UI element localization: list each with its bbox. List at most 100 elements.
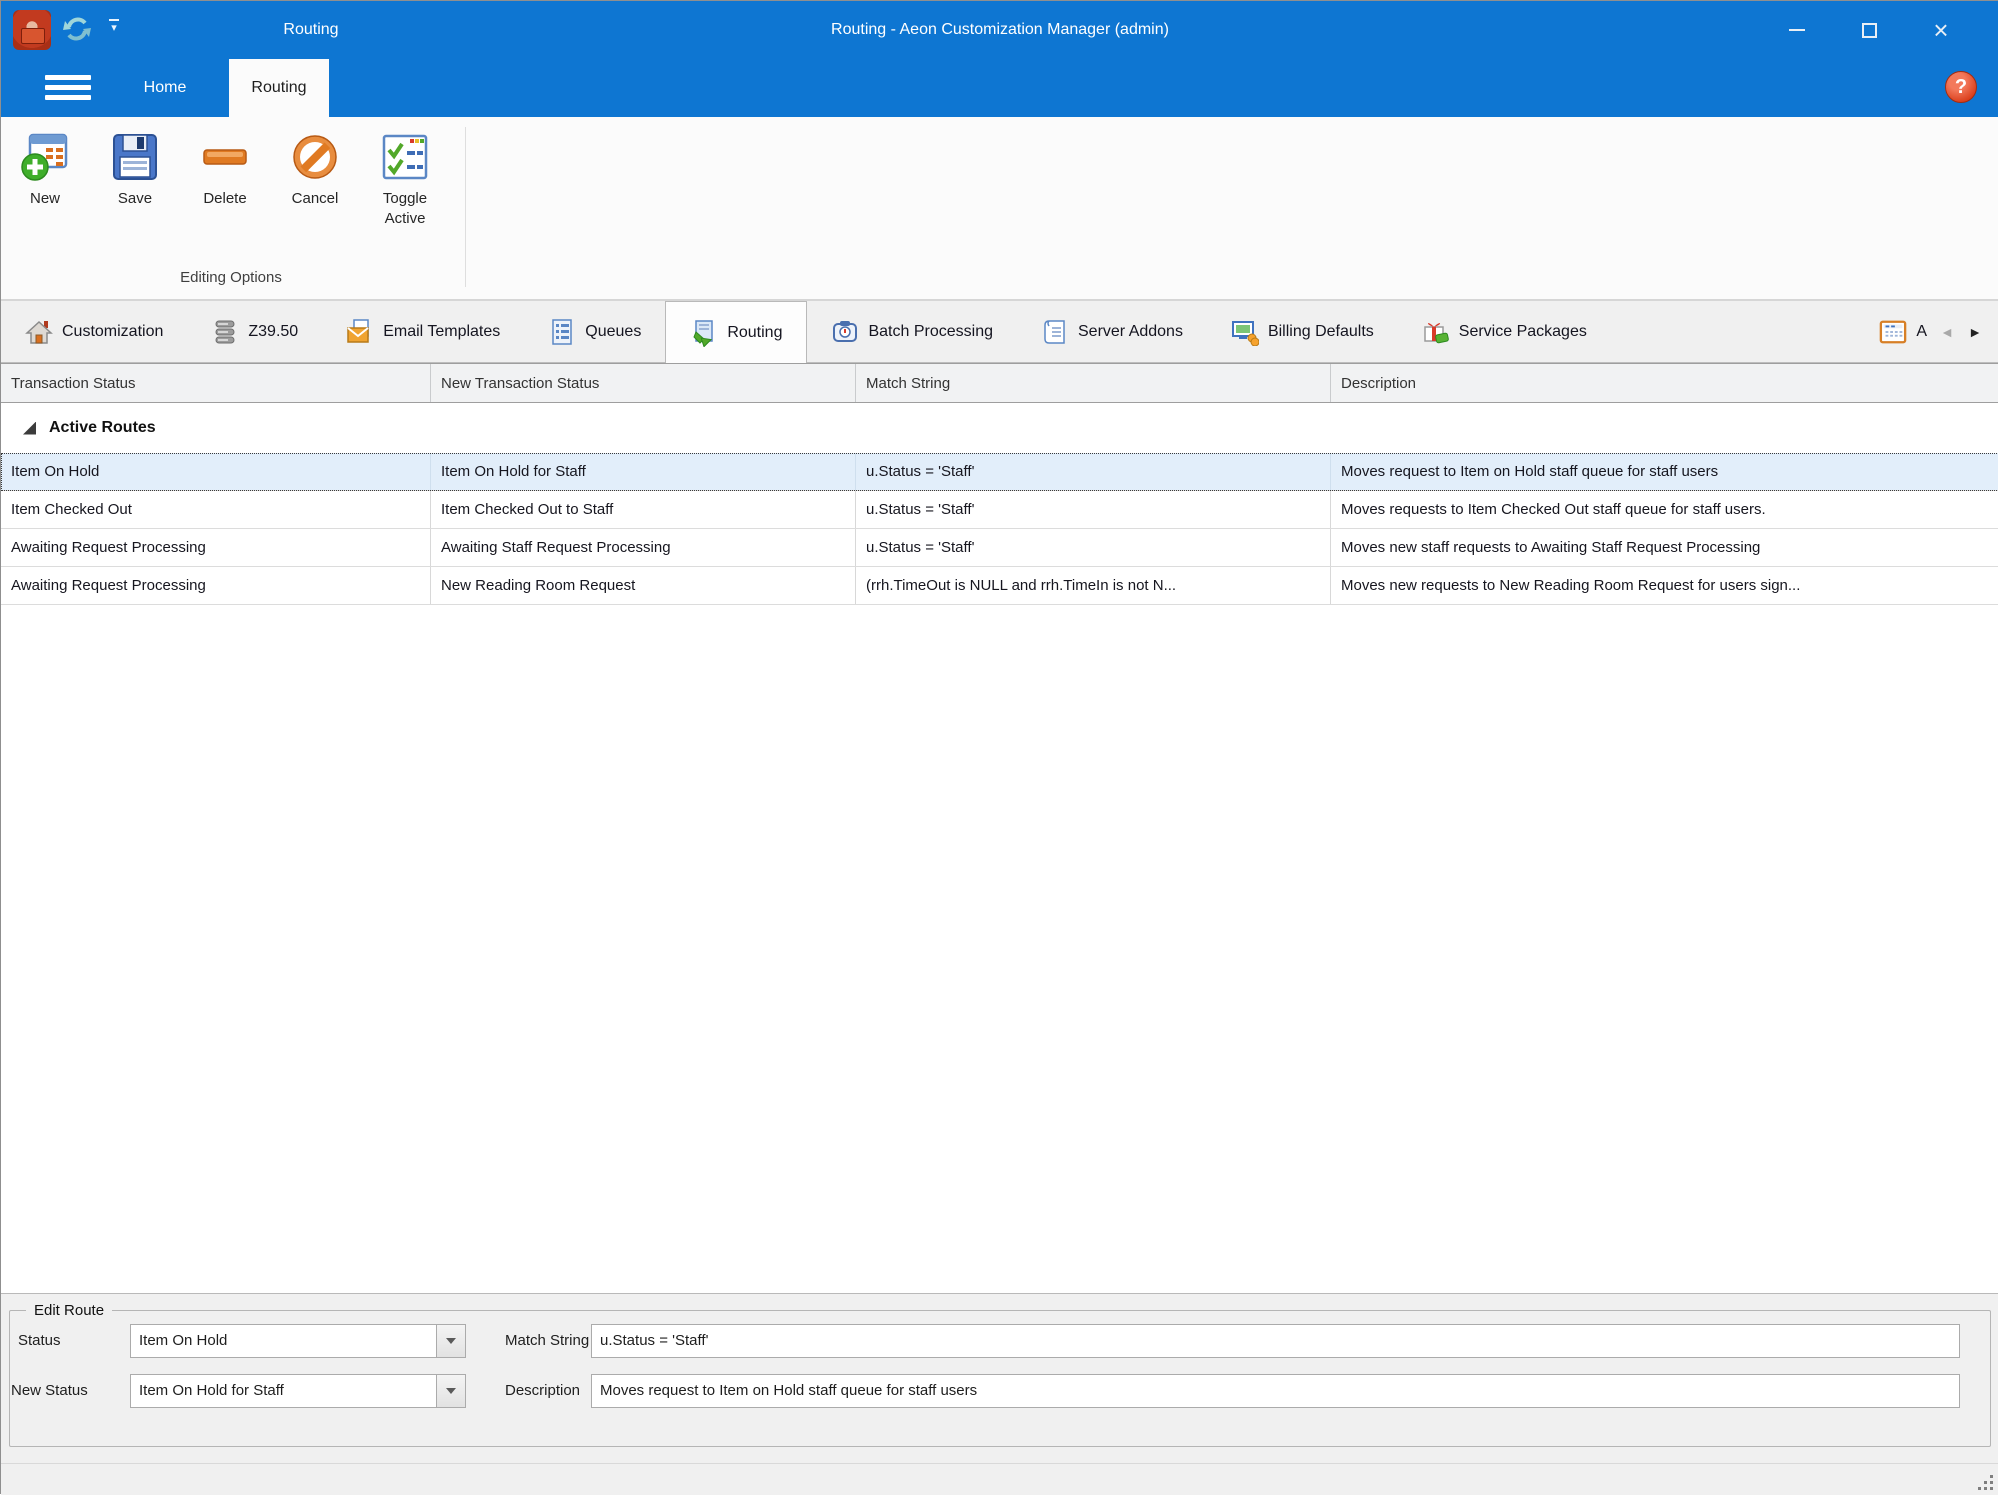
- cell-transaction-status: Awaiting Request Processing: [1, 567, 431, 604]
- new-status-dropdown-value: Item On Hold for Staff: [131, 1375, 436, 1407]
- column-header-description[interactable]: Description: [1331, 364, 1998, 402]
- cell-description: Moves new staff requests to Awaiting Sta…: [1331, 529, 1998, 566]
- group-row-label: Active Routes: [49, 419, 156, 437]
- page-tab-strip: Customization Z39.50 Emai: [1, 301, 1998, 363]
- delete-button-label: Delete: [189, 189, 261, 209]
- minimize-button[interactable]: [1761, 1, 1833, 59]
- cell-description: Moves requests to Item Checked Out staff…: [1331, 491, 1998, 528]
- tab-routing[interactable]: Routing: [665, 301, 807, 363]
- toggle-active-icon: [379, 129, 431, 185]
- maximize-icon: [1862, 23, 1877, 38]
- edit-route-panel: Edit Route Status Item On Hold New Statu…: [1, 1293, 1998, 1463]
- tab-batch-processing[interactable]: Batch Processing: [807, 301, 1017, 362]
- tab-scroll-right-icon[interactable]: ►: [1961, 318, 1989, 346]
- tab-label: Service Packages: [1459, 323, 1587, 341]
- cell-description: Moves new requests to New Reading Room R…: [1331, 567, 1998, 604]
- new-status-label: New Status: [11, 1374, 88, 1408]
- app-logo-icon[interactable]: [13, 10, 51, 50]
- tab-label: Batch Processing: [868, 323, 993, 341]
- cancel-button-label: Cancel: [279, 189, 351, 209]
- tab-scroll-left-icon[interactable]: ◄: [1933, 318, 1961, 346]
- delete-icon: [199, 129, 251, 185]
- column-header-new-transaction-status[interactable]: New Transaction Status: [431, 364, 856, 402]
- cell-transaction-status: Item Checked Out: [1, 491, 431, 528]
- new-button[interactable]: New: [9, 129, 81, 229]
- envelope-icon: [346, 318, 374, 346]
- cell-new-transaction-status: Awaiting Staff Request Processing: [431, 529, 856, 566]
- ribbon-group-label: Editing Options: [1, 269, 461, 286]
- database-icon: [211, 318, 239, 346]
- description-input[interactable]: Moves request to Item on Hold staff queu…: [591, 1374, 1960, 1408]
- ribbon-body: New Save Delet: [1, 117, 1998, 301]
- toggle-active-button-label: Toggle Active: [369, 189, 441, 229]
- chevron-down-icon[interactable]: [436, 1375, 465, 1407]
- group-row-active-routes[interactable]: Active Routes: [1, 403, 1998, 453]
- help-button[interactable]: ?: [1945, 71, 1977, 103]
- window-controls: ×: [1761, 1, 1977, 59]
- table-row[interactable]: Item Checked Out Item Checked Out to Sta…: [1, 491, 1998, 529]
- table-row[interactable]: Awaiting Request Processing Awaiting Sta…: [1, 529, 1998, 567]
- delete-button[interactable]: Delete: [189, 129, 261, 229]
- sync-icon[interactable]: [59, 11, 95, 47]
- tab-z3950[interactable]: Z39.50: [187, 301, 322, 362]
- tab-server-addons[interactable]: Server Addons: [1017, 301, 1207, 362]
- close-icon: ×: [1933, 17, 1948, 43]
- cell-match-string: u.Status = 'Staff': [856, 529, 1331, 566]
- billing-defaults-icon: [1231, 318, 1259, 346]
- tab-queues[interactable]: Queues: [524, 301, 665, 362]
- new-icon: [19, 129, 71, 185]
- cancel-icon: [289, 129, 341, 185]
- ribbon-tab-routing[interactable]: Routing: [229, 59, 329, 117]
- calendar-icon: [1879, 318, 1907, 346]
- chevron-down-icon[interactable]: [436, 1325, 465, 1357]
- tab-customization[interactable]: Customization: [1, 301, 187, 362]
- cell-match-string: u.Status = 'Staff': [856, 491, 1331, 528]
- ribbon-group-separator: [465, 127, 466, 287]
- save-button[interactable]: Save: [99, 129, 171, 229]
- match-string-input[interactable]: u.Status = 'Staff': [591, 1324, 1960, 1358]
- close-button[interactable]: ×: [1905, 1, 1977, 59]
- help-icon: ?: [1955, 76, 1967, 99]
- grid-header: Transaction Status New Transaction Statu…: [1, 363, 1998, 403]
- titlebar: ▾ Routing Routing - Aeon Customization M…: [1, 1, 1998, 59]
- tab-label: Queues: [585, 323, 641, 341]
- editing-options-group: New Save Delet: [9, 129, 459, 229]
- cell-new-transaction-status: Item On Hold for Staff: [431, 453, 856, 490]
- cancel-button[interactable]: Cancel: [279, 129, 351, 229]
- tab-appointments-truncated[interactable]: A: [1873, 318, 1933, 346]
- tab-label: Billing Defaults: [1268, 323, 1374, 341]
- tab-label: Email Templates: [383, 323, 500, 341]
- ribbon-tab-home[interactable]: Home: [101, 59, 229, 117]
- routing-icon: [690, 319, 718, 347]
- column-header-transaction-status[interactable]: Transaction Status: [1, 364, 431, 402]
- group-expanded-icon[interactable]: [23, 422, 36, 435]
- status-dropdown-value: Item On Hold: [131, 1325, 436, 1357]
- maximize-button[interactable]: [1833, 1, 1905, 59]
- edit-route-legend: Edit Route: [26, 1302, 112, 1319]
- tab-label: Routing: [727, 324, 782, 342]
- table-row[interactable]: Awaiting Request Processing New Reading …: [1, 567, 1998, 605]
- new-status-dropdown[interactable]: Item On Hold for Staff: [130, 1374, 466, 1408]
- cell-match-string: u.Status = 'Staff': [856, 453, 1331, 490]
- app-window: { "titlebar": { "caption": "Routing", "t…: [0, 0, 1998, 1494]
- tab-billing-defaults[interactable]: Billing Defaults: [1207, 301, 1398, 362]
- batch-processing-icon: [831, 318, 859, 346]
- cell-transaction-status: Awaiting Request Processing: [1, 529, 431, 566]
- tab-email-templates[interactable]: Email Templates: [322, 301, 524, 362]
- table-row[interactable]: Item On Hold Item On Hold for Staff u.St…: [1, 453, 1998, 491]
- tab-label: Customization: [62, 323, 163, 341]
- queues-icon: [548, 318, 576, 346]
- menu-hamburger-icon[interactable]: [45, 75, 91, 101]
- status-dropdown[interactable]: Item On Hold: [130, 1324, 466, 1358]
- home-icon: [25, 318, 53, 346]
- save-button-label: Save: [99, 189, 171, 209]
- status-label: Status: [18, 1324, 61, 1358]
- column-header-match-string[interactable]: Match String: [856, 364, 1331, 402]
- tab-service-packages[interactable]: Service Packages: [1398, 301, 1611, 362]
- cell-new-transaction-status: New Reading Room Request: [431, 567, 856, 604]
- quick-access-dropdown-icon[interactable]: ▾: [107, 21, 121, 35]
- resize-grip-icon[interactable]: [1977, 1475, 1993, 1491]
- toggle-active-button[interactable]: Toggle Active: [369, 129, 441, 229]
- titlebar-caption: Routing: [231, 1, 391, 59]
- routes-grid: Transaction Status New Transaction Statu…: [1, 363, 1998, 1293]
